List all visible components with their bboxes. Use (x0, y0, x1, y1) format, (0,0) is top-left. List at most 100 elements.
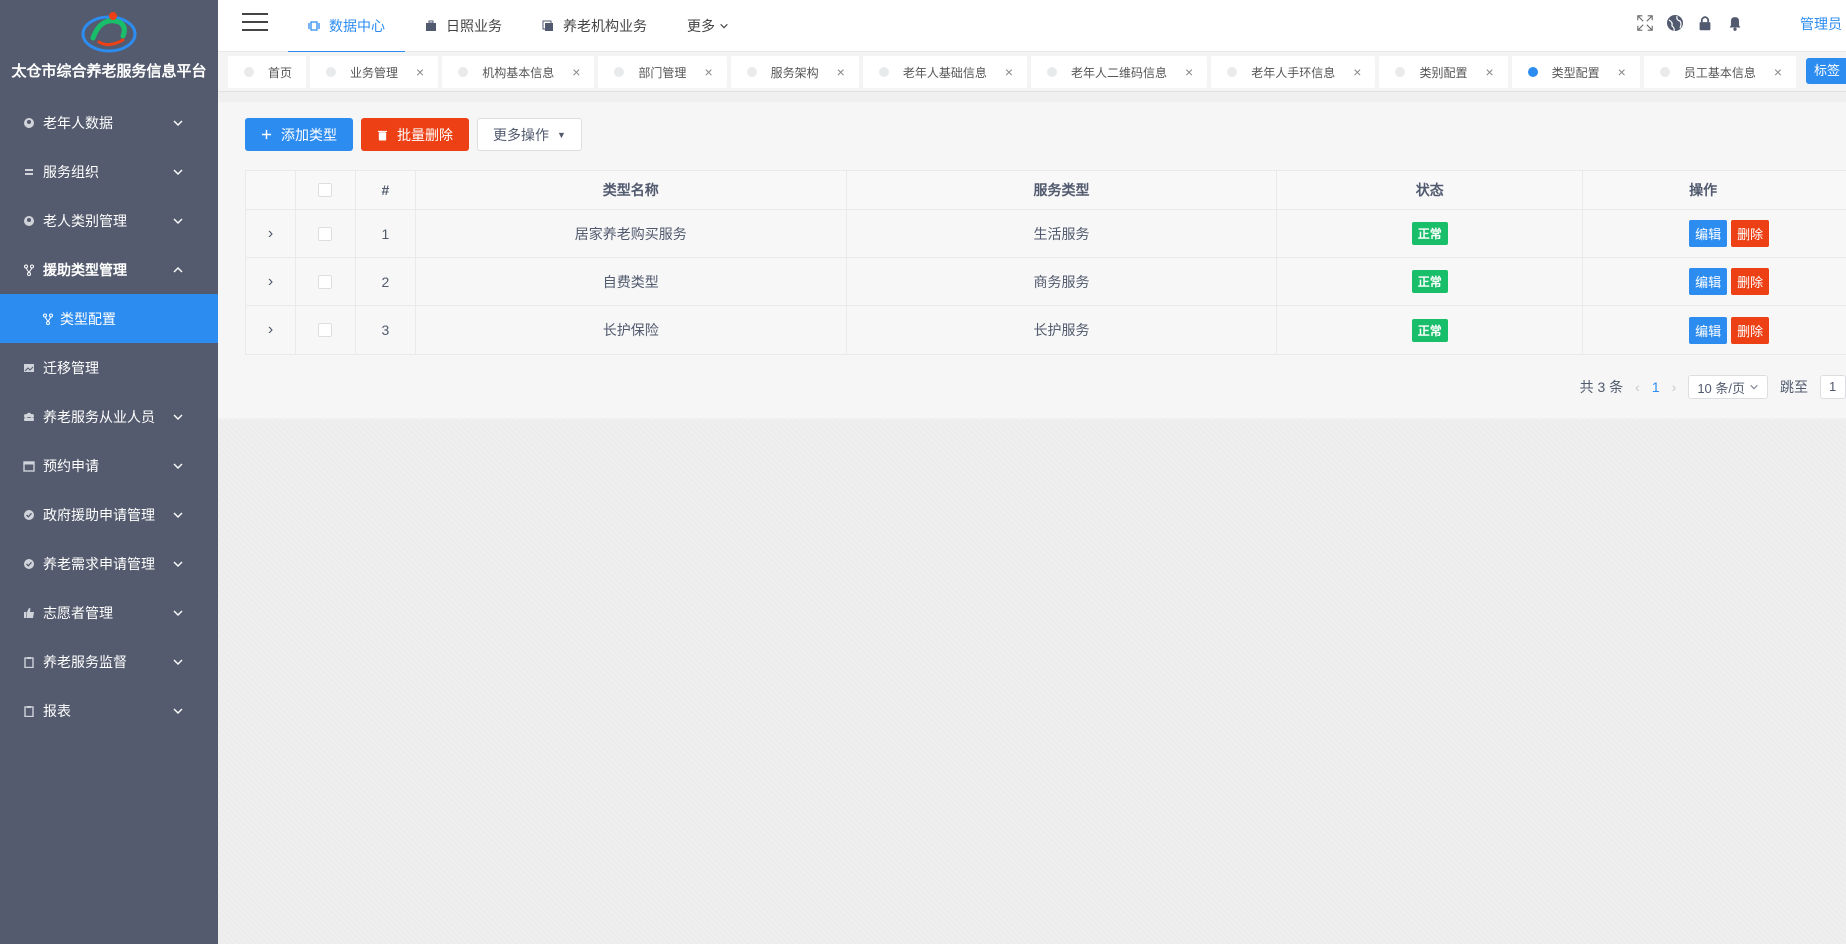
sidebar-item-staff[interactable]: 养老服务从业人员 (0, 392, 218, 441)
delete-button[interactable]: 删除 (1731, 220, 1770, 247)
menu-toggle-icon[interactable] (242, 13, 268, 33)
topnav-label: 数据中心 (329, 18, 385, 34)
close-icon[interactable]: × (1485, 65, 1493, 79)
lock-icon[interactable] (1694, 12, 1716, 34)
tab-options-button[interactable]: 标签 (1806, 58, 1846, 84)
chevron-right-icon[interactable]: › (268, 225, 273, 243)
edit-button[interactable]: 编辑 (1689, 220, 1728, 247)
tab-institution-info[interactable]: 机构基本信息 × (442, 56, 595, 88)
fullscreen-icon[interactable] (1634, 12, 1656, 34)
sidebar-subitem-label: 类型配置 (60, 310, 116, 327)
sidebar-item-reports[interactable]: 报表 (0, 686, 218, 735)
close-icon[interactable]: × (837, 65, 845, 79)
tab-department-management[interactable]: 部门管理 × (598, 56, 727, 88)
row-checkbox[interactable] (318, 226, 333, 241)
table-row: › 2 自费类型 商务服务 正常 编辑 删除 (246, 258, 1846, 306)
tab-dot (1659, 67, 1670, 77)
sidebar-item-supervision[interactable]: 养老服务监督 (0, 637, 218, 686)
close-icon[interactable]: × (1353, 65, 1361, 79)
edit-button[interactable]: 编辑 (1689, 268, 1728, 295)
batch-delete-button[interactable]: 批量删除 (361, 118, 469, 151)
chevron-down-icon (173, 120, 183, 126)
close-icon[interactable]: × (1618, 65, 1626, 79)
tab-service-structure[interactable]: 服务架构 × (730, 56, 859, 88)
tab-elder-wristband-info[interactable]: 老年人手环信息 × (1211, 56, 1376, 88)
add-type-button[interactable]: 添加类型 (245, 118, 353, 151)
tab-business-management[interactable]: 业务管理 × (310, 56, 439, 88)
more-actions-label: 更多操作 (493, 126, 549, 143)
topnav-rizhao-business[interactable]: 日照业务 (405, 0, 522, 52)
tab-home[interactable]: 首页 (228, 56, 307, 88)
sidebar-item-service-org[interactable]: 服务组织 (0, 147, 218, 196)
content-background (218, 420, 1846, 944)
globe-icon[interactable] (1664, 12, 1686, 34)
row-service-type: 生活服务 (847, 210, 1278, 257)
chevron-down-icon (1750, 384, 1758, 390)
topnav-label: 养老机构业务 (563, 18, 647, 34)
topnav-institution-business[interactable]: 养老机构业务 (522, 0, 667, 52)
status-badge: 正常 (1411, 270, 1448, 293)
topnav-data-center[interactable]: 数据中心 (288, 0, 405, 53)
tab-employee-info[interactable]: 员工基本信息 × (1643, 56, 1797, 88)
close-icon[interactable]: × (1774, 65, 1782, 79)
next-page-icon[interactable]: › (1672, 379, 1677, 395)
close-icon[interactable]: × (416, 65, 424, 79)
sidebar-item-elder-category[interactable]: 老人类别管理 (0, 196, 218, 245)
sidebar-item-aid-type[interactable]: 援助类型管理 (0, 245, 218, 294)
row-type-name: 居家养老购买服务 (416, 210, 847, 257)
tab-label: 机构基本信息 (482, 65, 555, 80)
user-name[interactable]: 管理员 (1800, 14, 1842, 34)
sidebar-item-gov-aid[interactable]: 政府援助申请管理 (0, 490, 218, 539)
check-circle-icon (22, 557, 36, 571)
edit-button[interactable]: 编辑 (1689, 316, 1728, 344)
delete-button[interactable]: 删除 (1731, 316, 1770, 344)
close-icon[interactable]: × (572, 65, 580, 79)
briefcase-icon (425, 20, 437, 32)
close-icon[interactable]: × (1005, 65, 1013, 79)
tab-elder-basic-info[interactable]: 老年人基础信息 × (862, 56, 1028, 88)
delete-button[interactable]: 删除 (1731, 268, 1770, 295)
expand-cell: › (246, 210, 296, 257)
sidebar-item-label: 预约申请 (43, 457, 99, 474)
actions-cell: 编辑 删除 (1583, 258, 1846, 305)
elder-icon (22, 214, 36, 228)
elder-icon (22, 116, 36, 130)
close-icon[interactable]: × (704, 65, 712, 79)
tab-label: 老年人手环信息 (1251, 65, 1336, 80)
sidebar-item-care-needs[interactable]: 养老需求申请管理 (0, 539, 218, 588)
expand-cell: › (246, 258, 296, 305)
tab-type-config[interactable]: 类型配置 × (1511, 56, 1640, 88)
tab-label: 员工基本信息 (1683, 65, 1756, 80)
bell-icon[interactable] (1724, 12, 1746, 34)
chevron-right-icon[interactable]: › (268, 273, 273, 291)
prev-page-icon[interactable]: ‹ (1635, 379, 1640, 395)
page-size-select[interactable]: 10 条/页 (1688, 375, 1768, 399)
page-number[interactable]: 1 (1652, 379, 1660, 395)
row-checkbox[interactable] (318, 323, 333, 337)
trash-icon (377, 129, 388, 141)
tab-elder-qrcode-info[interactable]: 老年人二维码信息 × (1031, 56, 1208, 88)
jump-page-input[interactable]: 1 (1820, 375, 1846, 399)
sidebar-item-label: 迁移管理 (43, 359, 99, 376)
tab-label: 老年人基础信息 (902, 65, 987, 80)
sidebar-item-migration[interactable]: 迁移管理 (0, 343, 218, 392)
sidebar-item-label: 援助类型管理 (43, 261, 127, 278)
sidebar-item-appointment[interactable]: 预约申请 (0, 441, 218, 490)
select-all-checkbox[interactable] (318, 183, 333, 197)
expand-cell: › (246, 306, 296, 354)
chevron-down-icon (173, 708, 183, 714)
chevron-right-icon[interactable]: › (268, 321, 273, 339)
sidebar-subitem-type-config[interactable]: 类型配置 (0, 294, 218, 343)
app-title: 太仓市综合养老服务信息平台 (11, 63, 207, 80)
toolbar: 添加类型 批量删除 更多操作 ▼ (245, 118, 582, 151)
row-type-name: 自费类型 (416, 258, 847, 305)
close-icon[interactable]: × (1185, 65, 1193, 79)
topnav-more[interactable]: 更多 (667, 0, 749, 52)
sidebar-item-elder-data[interactable]: 老年人数据 (0, 98, 218, 147)
tab-category-config[interactable]: 类别配置 × (1379, 56, 1508, 88)
tab-dot (1527, 67, 1538, 77)
more-actions-dropdown[interactable]: 更多操作 ▼ (477, 118, 582, 151)
row-checkbox[interactable] (318, 274, 333, 289)
sidebar-item-volunteer[interactable]: 志愿者管理 (0, 588, 218, 637)
header-index: # (356, 171, 416, 209)
